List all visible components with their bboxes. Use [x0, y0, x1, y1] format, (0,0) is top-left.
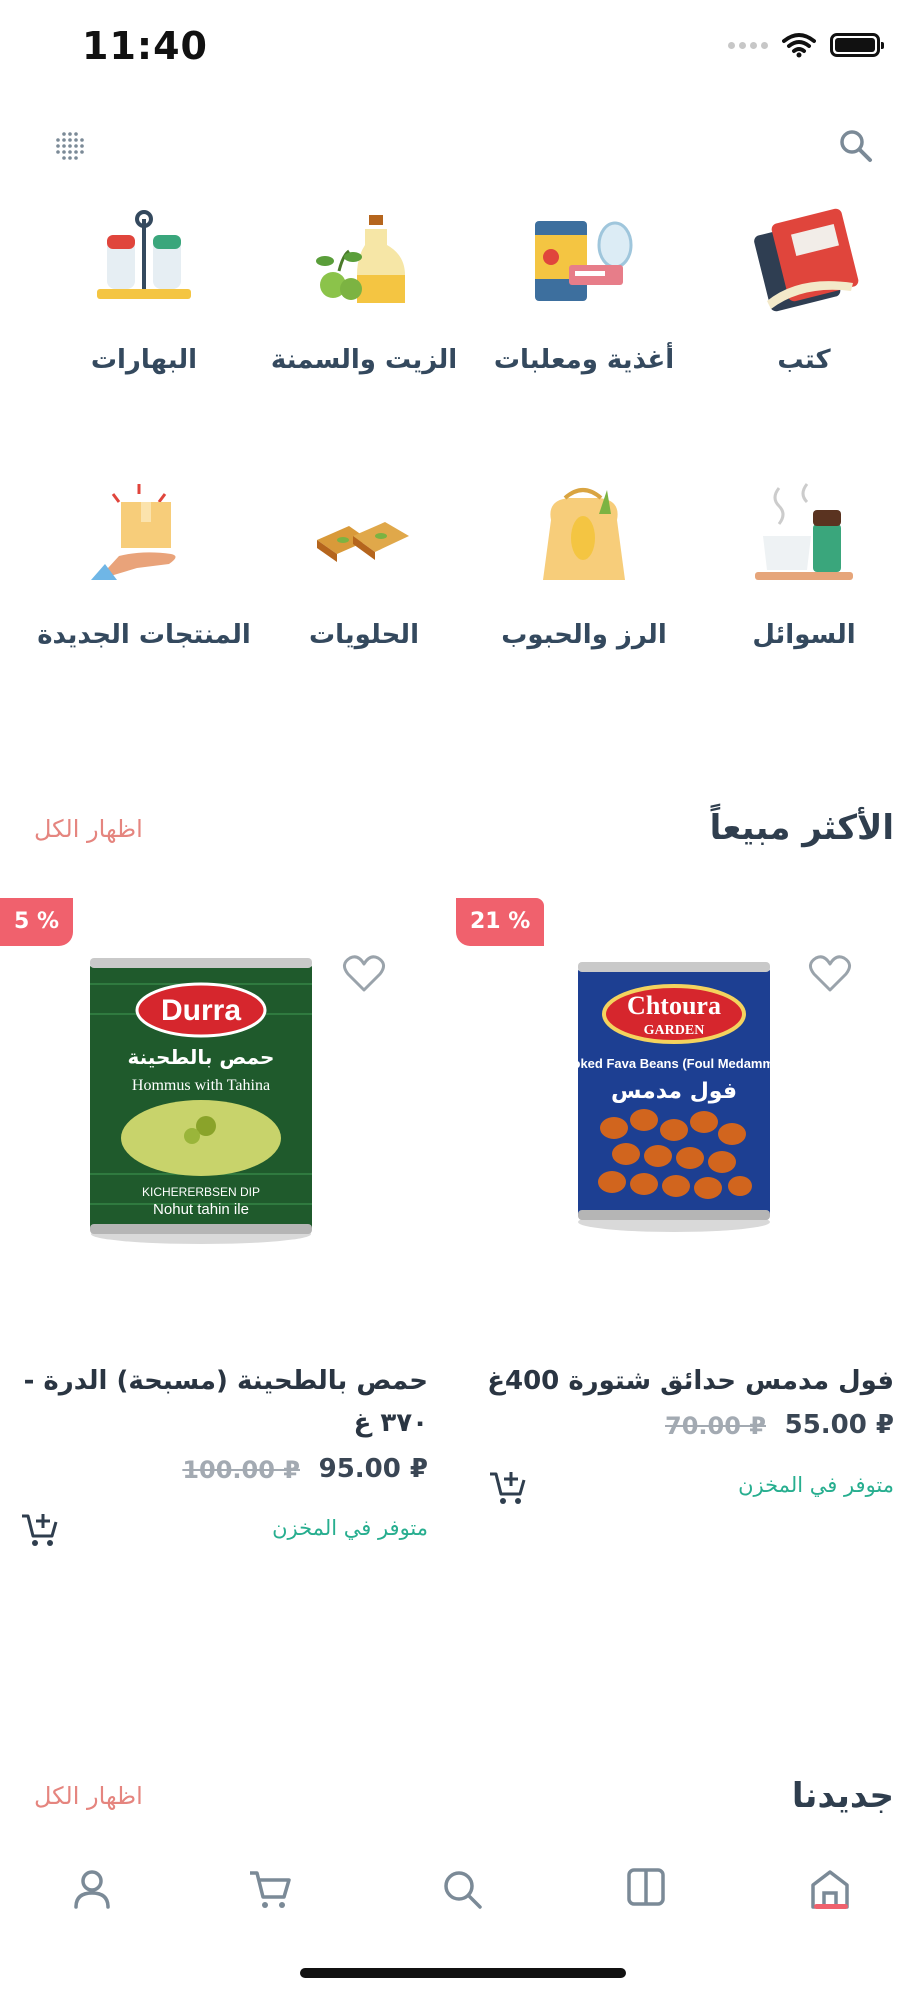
battery-icon: [830, 33, 884, 57]
product-card[interactable]: % 5 Durra حمص بالطحينة Hommus with Tahin…: [0, 898, 440, 1598]
stock-status: متوفر في المخزن: [738, 1473, 894, 1497]
heart-icon[interactable]: [808, 954, 852, 994]
svg-text:حمص بالطحينة: حمص بالطحينة: [128, 1045, 275, 1069]
svg-text:Nohut tahin ile: Nohut tahin ile: [153, 1201, 249, 1218]
product-name[interactable]: فول مدمس حدائق شتورة 400غ: [474, 1360, 894, 1402]
product-image-hommus: Durra حمص بالطحينة Hommus with Tahina KI…: [90, 958, 312, 1244]
category-books[interactable]: كتب: [694, 205, 914, 375]
product-old-price: 100.00 ₽: [182, 1456, 300, 1484]
cart-icon[interactable]: [248, 1867, 292, 1911]
book-icon: [754, 208, 859, 312]
best-sellers-show-all[interactable]: اظهار الكل: [34, 815, 143, 843]
category-label: كتب: [777, 345, 831, 375]
new-arrivals-show-all[interactable]: اظهار الكل: [34, 1782, 143, 1810]
category-label: أغذية ومعلبات: [493, 345, 675, 375]
svg-text:KICHERERBSEN DIP: KICHERERBSEN DIP: [142, 1185, 260, 1199]
product-name[interactable]: حمص بالطحينة (مسبحة) الدرة - ٣٧٠ غ: [8, 1360, 428, 1444]
svg-text:GARDEN: GARDEN: [644, 1023, 705, 1038]
category-spices[interactable]: البهارات: [34, 205, 254, 375]
new-arrivals-title: جديدنا: [791, 1776, 894, 1816]
oil-bottle-icon: [316, 215, 405, 303]
category-label: السوائل: [752, 620, 856, 650]
category-label: الحلويات: [309, 620, 419, 650]
search-icon[interactable]: [440, 1867, 484, 1911]
active-tab-indicator: [814, 1904, 848, 1909]
category-sweets[interactable]: الحلويات: [254, 480, 474, 650]
home-indicator: [300, 1968, 626, 1978]
user-icon[interactable]: [70, 1867, 114, 1911]
category-label: الرز والحبوب: [501, 620, 667, 650]
product-old-price: 70.00 ₽: [665, 1412, 766, 1440]
coffee-cup-icon: [755, 483, 853, 580]
category-canned-food[interactable]: أغذية ومعلبات: [474, 205, 694, 375]
book-open-icon[interactable]: [624, 1865, 668, 1909]
canned-food-icon: [535, 221, 633, 301]
signal-icon: [728, 41, 768, 49]
category-label: البهارات: [90, 345, 198, 375]
svg-text:Durra: Durra: [161, 994, 241, 1027]
product-price: 55.00 ₽: [784, 1410, 894, 1440]
bottom-navigation: [0, 1835, 924, 1945]
heart-icon[interactable]: [342, 954, 386, 994]
category-oil[interactable]: الزيت والسمنة: [254, 205, 474, 375]
category-liquids[interactable]: السوائل: [694, 480, 914, 650]
status-time: 11:40: [82, 24, 208, 68]
category-new-products[interactable]: المنتجات الجديدة: [34, 480, 254, 650]
svg-text:Cooked Fava Beans (Foul Medamm: Cooked Fava Beans (Foul Medammas): [574, 1056, 774, 1071]
new-product-icon: [91, 484, 176, 580]
add-to-cart-icon[interactable]: [488, 1468, 528, 1508]
stock-status: متوفر في المخزن: [272, 1516, 428, 1540]
product-card[interactable]: % 21 Chtoura GARDEN Cooked Fava Beans (F…: [456, 898, 908, 1538]
discount-badge: % 5: [0, 898, 74, 946]
spice-shakers-icon: [97, 210, 191, 299]
grain-sack-icon: [543, 488, 625, 580]
svg-text:Chtoura: Chtoura: [627, 991, 721, 1020]
product-image-fava-beans: Chtoura GARDEN Cooked Fava Beans (Foul M…: [574, 962, 774, 1232]
category-label: المنتجات الجديدة: [37, 620, 251, 650]
category-label: الزيت والسمنة: [270, 345, 458, 375]
svg-text:Hommus with Tahina: Hommus with Tahina: [132, 1077, 270, 1094]
add-to-cart-icon[interactable]: [20, 1510, 60, 1550]
best-sellers-title: الأكثر مبيعاً: [709, 808, 894, 848]
product-price: 95.00 ₽: [318, 1454, 428, 1484]
svg-text:فول مدمس: فول مدمس: [611, 1079, 737, 1104]
search-icon[interactable]: [836, 126, 876, 166]
wifi-icon: [782, 33, 816, 58]
category-rice-grains[interactable]: الرز والحبوب: [474, 480, 694, 650]
discount-badge: % 21: [456, 898, 545, 946]
status-icons: [728, 32, 884, 58]
baklava-icon: [317, 522, 409, 562]
menu-grid-icon[interactable]: [50, 126, 90, 166]
